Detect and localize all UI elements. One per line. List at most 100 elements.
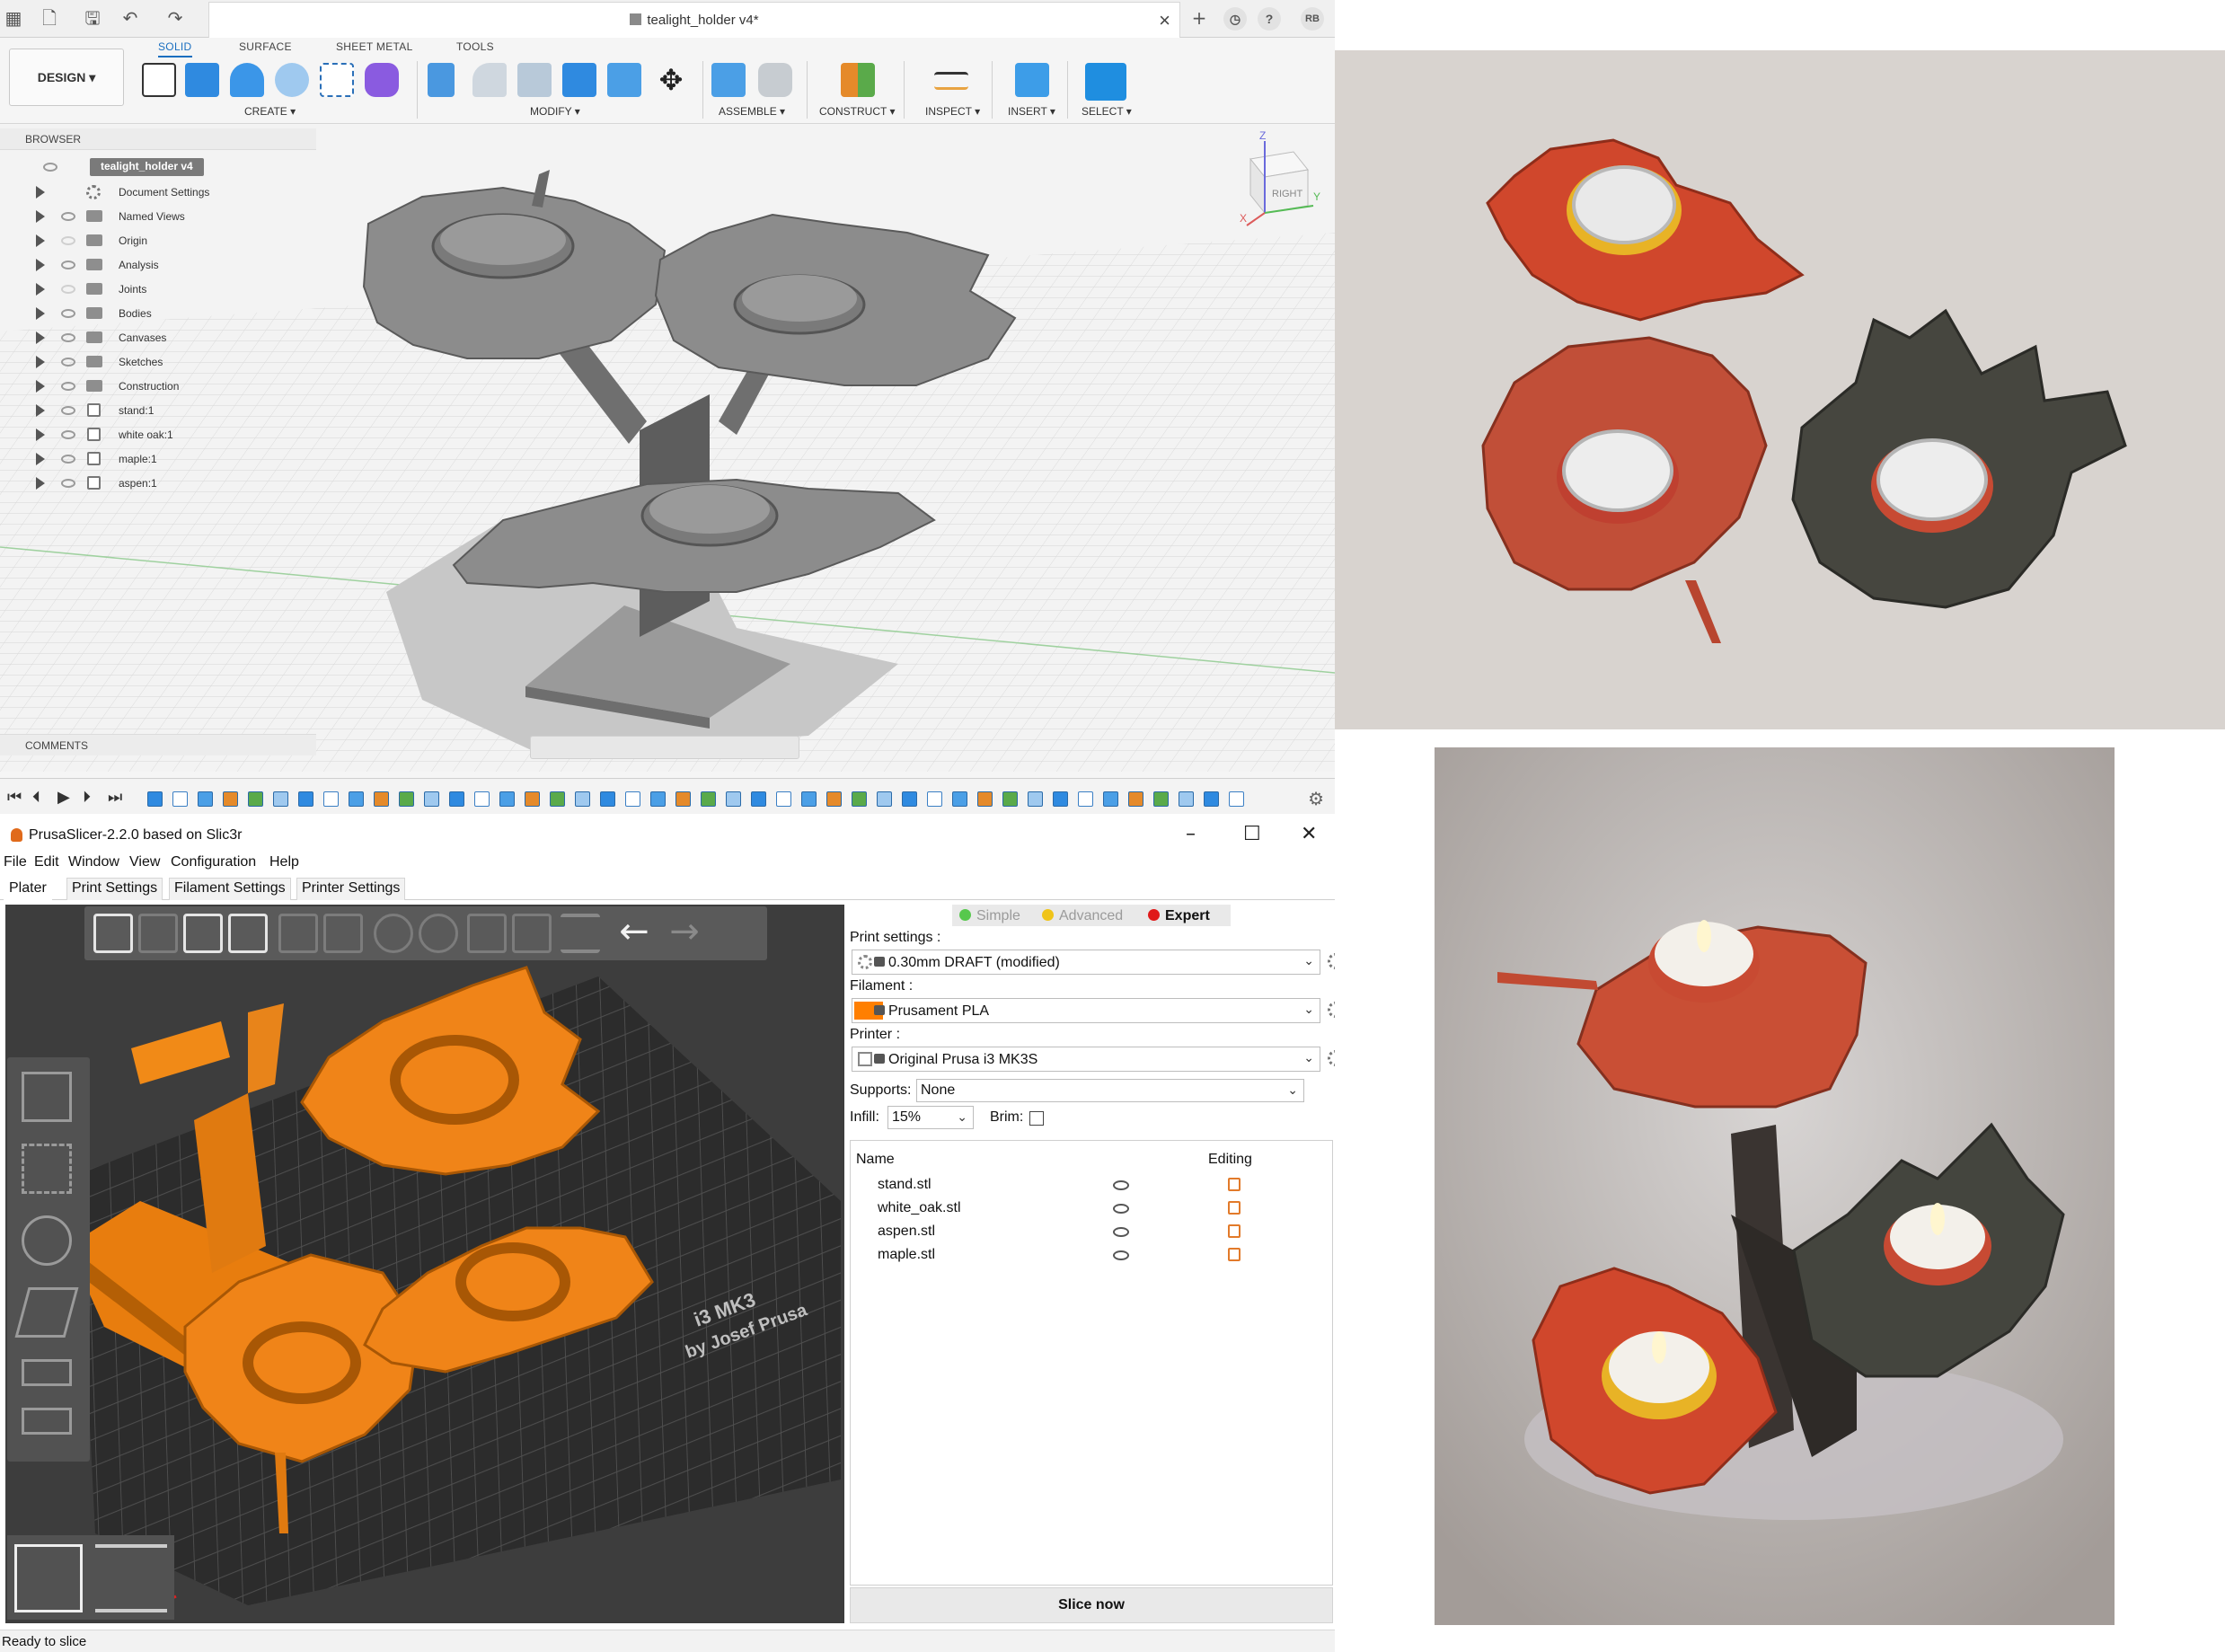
offset-plane-icon[interactable]: [841, 63, 875, 97]
grid-menu-icon[interactable]: ▦: [4, 8, 23, 28]
timeline-feature-icon[interactable]: [902, 791, 917, 807]
timeline-feature-icon[interactable]: [349, 791, 364, 807]
browser-item[interactable]: Origin: [0, 229, 316, 252]
revolve-icon[interactable]: [230, 63, 264, 97]
shell-icon[interactable]: [562, 63, 596, 97]
joint-icon[interactable]: [758, 63, 792, 97]
insert-image-icon[interactable]: [1015, 63, 1049, 97]
edit-icon[interactable]: [1228, 1248, 1241, 1261]
edit-icon[interactable]: [1228, 1201, 1241, 1215]
navigation-bar[interactable]: [530, 736, 799, 759]
timeline-first-icon[interactable]: ⏮: [7, 788, 22, 807]
timeline-last-icon[interactable]: ⏭: [108, 788, 122, 807]
create-form-icon[interactable]: [365, 63, 399, 97]
plater-3d-view[interactable]: i3 MK3 by Josef Prusa ← →: [5, 905, 844, 1623]
group-modify[interactable]: MODIFY ▾: [530, 105, 580, 118]
timeline-feature-icon[interactable]: [726, 791, 741, 807]
mode-expert[interactable]: Expert: [1148, 908, 1210, 924]
help-icon[interactable]: ?: [1258, 7, 1281, 31]
browser-item[interactable]: Document Settings: [0, 181, 316, 204]
group-insert[interactable]: INSERT ▾: [1008, 105, 1055, 118]
timeline-feature-icon[interactable]: [374, 791, 389, 807]
timeline-prev-icon[interactable]: ⏴: [32, 788, 40, 807]
eye-icon[interactable]: [1113, 1204, 1129, 1214]
add-object-icon[interactable]: [93, 914, 133, 953]
document-tab[interactable]: tealight_holder v4* ×: [208, 2, 1180, 38]
new-tab-icon[interactable]: +: [1189, 8, 1209, 28]
eye-icon[interactable]: [61, 261, 75, 269]
tab-solid[interactable]: SOLID: [158, 40, 192, 57]
expand-triangle-icon[interactable]: [36, 453, 45, 465]
group-inspect[interactable]: INSPECT ▾: [925, 105, 980, 118]
timeline-feature-icon[interactable]: [198, 791, 213, 807]
browser-item[interactable]: Bodies: [0, 302, 316, 325]
eye-icon[interactable]: [61, 358, 75, 367]
extrude-icon[interactable]: [185, 63, 219, 97]
expand-triangle-icon[interactable]: [36, 331, 45, 344]
hole-icon[interactable]: [275, 63, 309, 97]
timeline-feature-icon[interactable]: [1103, 791, 1118, 807]
timeline-feature-icon[interactable]: [952, 791, 967, 807]
eye-icon[interactable]: [1113, 1227, 1129, 1237]
expand-triangle-icon[interactable]: [36, 307, 45, 320]
scale-gizmo-icon[interactable]: [22, 1144, 72, 1194]
support-painting-icon[interactable]: [22, 1408, 72, 1435]
group-select[interactable]: SELECT ▾: [1082, 105, 1132, 118]
undo-icon[interactable]: ↶: [120, 8, 140, 28]
place-on-face-icon[interactable]: [14, 1287, 79, 1338]
maximize-icon[interactable]: ☐: [1243, 823, 1261, 845]
timeline-feature-icon[interactable]: [675, 791, 691, 807]
tab-printer-settings[interactable]: Printer Settings: [296, 878, 406, 900]
timeline-feature-icon[interactable]: [927, 791, 942, 807]
create-sketch-icon[interactable]: [142, 63, 176, 97]
save-icon[interactable]: 🖫: [83, 8, 102, 28]
timeline-feature-icon[interactable]: [625, 791, 640, 807]
object-row[interactable]: aspen.stl: [851, 1220, 1332, 1243]
browser-item[interactable]: maple:1: [0, 447, 316, 471]
browser-item[interactable]: Joints: [0, 278, 316, 301]
eye-icon[interactable]: [61, 406, 75, 415]
timeline-feature-icon[interactable]: [298, 791, 313, 807]
mode-simple[interactable]: Simple: [959, 908, 1020, 924]
timeline-feature-icon[interactable]: [550, 791, 565, 807]
viewcube[interactable]: RIGHT: [1249, 151, 1309, 215]
press-pull-icon[interactable]: [428, 63, 455, 97]
eye-icon[interactable]: [43, 163, 57, 172]
timeline-feature-icon[interactable]: [600, 791, 615, 807]
timeline-feature-icon[interactable]: [826, 791, 842, 807]
tab-sheet-metal[interactable]: SHEET METAL: [336, 40, 413, 53]
timeline-feature-icon[interactable]: [1153, 791, 1169, 807]
browser-item[interactable]: stand:1: [0, 399, 316, 422]
expand-triangle-icon[interactable]: [36, 356, 45, 368]
group-construct[interactable]: CONSTRUCT ▾: [819, 105, 895, 118]
group-create[interactable]: CREATE ▾: [244, 105, 296, 118]
eye-icon[interactable]: [61, 479, 75, 488]
eye-icon[interactable]: [1113, 1250, 1129, 1260]
eye-icon[interactable]: [61, 455, 75, 464]
object-row[interactable]: stand.stl: [851, 1173, 1332, 1197]
delete-all-icon[interactable]: [183, 914, 223, 953]
timeline-feature-icon[interactable]: [877, 791, 892, 807]
group-assemble[interactable]: ASSEMBLE ▾: [719, 105, 785, 118]
timeline-feature-icon[interactable]: [977, 791, 993, 807]
timeline-feature-icon[interactable]: [1028, 791, 1043, 807]
add-instance-icon[interactable]: [374, 914, 413, 953]
timeline-feature-icon[interactable]: [399, 791, 414, 807]
edit-icon[interactable]: [1228, 1224, 1241, 1238]
slice-now-button[interactable]: Slice now: [850, 1587, 1333, 1623]
tab-tools[interactable]: TOOLS: [456, 40, 494, 53]
browser-header[interactable]: BROWSER: [0, 128, 316, 150]
eye-icon[interactable]: [61, 236, 75, 245]
timeline-feature-icon[interactable]: [650, 791, 666, 807]
timeline-feature-icon[interactable]: [172, 791, 188, 807]
split-objects-icon[interactable]: [467, 914, 507, 953]
timeline-settings-icon[interactable]: ⚙: [1308, 788, 1324, 809]
expand-triangle-icon[interactable]: [36, 404, 45, 417]
timeline-feature-icon[interactable]: [449, 791, 464, 807]
filament-gear-icon[interactable]: [1328, 1002, 1335, 1018]
expand-triangle-icon[interactable]: [36, 210, 45, 223]
expand-triangle-icon[interactable]: [36, 477, 45, 490]
browser-item[interactable]: aspen:1: [0, 472, 316, 495]
fillet-icon[interactable]: [472, 63, 507, 97]
menu-help[interactable]: Help: [269, 854, 299, 870]
